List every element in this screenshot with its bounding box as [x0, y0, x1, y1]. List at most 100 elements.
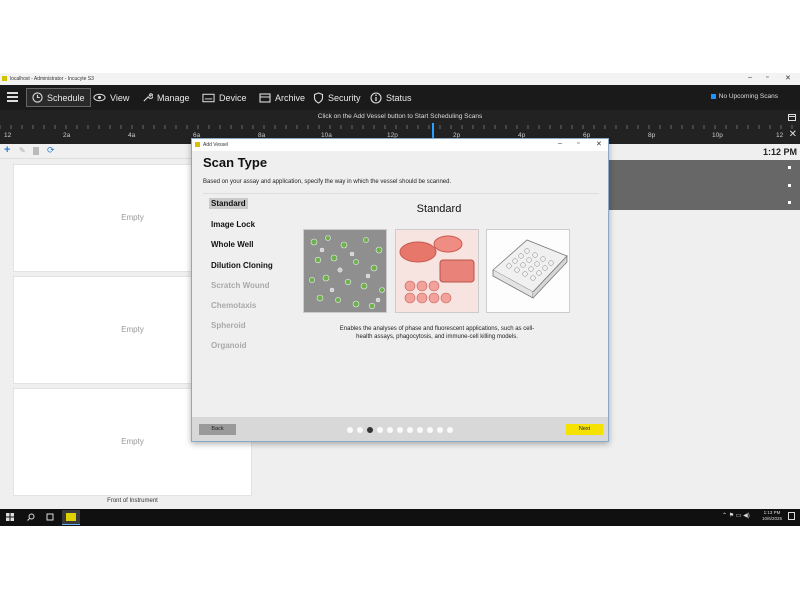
- tick-label: 10p: [712, 132, 723, 139]
- upcoming-scans-label: No Upcoming Scans: [718, 93, 778, 100]
- selected-scan-type-description: Enables the analyses of phase and fluore…: [339, 326, 535, 341]
- tick-label: 12: [776, 132, 784, 139]
- divider: [203, 193, 599, 194]
- scan-type-scratch-wound: Scratch Wound: [211, 281, 270, 290]
- selected-scan-type-title: Standard: [416, 203, 462, 215]
- incucyte-app-icon: [66, 513, 76, 521]
- nav-schedule-label: Schedule: [47, 92, 85, 103]
- dialog-footer: Back Next: [192, 417, 608, 441]
- wizard-step-dot: [347, 427, 353, 433]
- shield-icon: [313, 91, 324, 104]
- maximize-icon[interactable]: ▫: [766, 74, 768, 81]
- system-tray-icons[interactable]: ⌃ ⚑ ▭ ◀): [722, 512, 750, 519]
- scan-type-spheroid: Spheroid: [211, 321, 246, 330]
- clock-icon: [32, 92, 43, 103]
- taskbar-clock[interactable]: 1:13 PM 10/6/2025: [762, 510, 782, 523]
- close-timeline-icon[interactable]: ✕: [789, 129, 797, 140]
- wrench-icon: [143, 93, 153, 102]
- dialog-title: Add Vessel: [203, 142, 229, 148]
- nav-security-label: Security: [328, 92, 361, 103]
- add-vessel-dialog: Add Vessel – ▫ ✕ Scan Type Based on your…: [191, 138, 609, 442]
- dialog-title-bar: Add Vessel – ▫ ✕: [192, 139, 608, 151]
- timeline-ticks: 12 2a 4a 6a 8a 10a 12p 2p 4p 6p 8p 10p 1…: [0, 128, 800, 139]
- eye-icon: [93, 93, 106, 102]
- nav-view[interactable]: View: [93, 85, 129, 110]
- archive-icon: [259, 92, 271, 103]
- nav-archive[interactable]: Archive: [259, 85, 305, 110]
- tick-label: 8p: [648, 132, 656, 139]
- nav-schedule[interactable]: Schedule: [26, 88, 91, 107]
- wizard-step-dot: [397, 427, 403, 433]
- front-of-instrument-label: Front of Instrument: [107, 498, 158, 504]
- delete-icon[interactable]: [33, 147, 39, 155]
- wizard-step-dot: [417, 427, 423, 433]
- close-icon[interactable]: ✕: [785, 74, 791, 82]
- wizard-step-dot: [367, 427, 373, 433]
- task-view-icon[interactable]: [46, 513, 54, 521]
- nav-manage-label: Manage: [157, 92, 190, 103]
- wizard-step-dot: [447, 427, 453, 433]
- schedule-band: [608, 160, 800, 210]
- nav-device-label: Device: [219, 92, 247, 103]
- wizard-step-dot: [387, 427, 393, 433]
- edit-icon[interactable]: ✎: [19, 146, 26, 155]
- nav-status-label: Status: [386, 92, 412, 103]
- dialog-minimize-icon[interactable]: –: [558, 140, 562, 147]
- dialog-maximize-icon[interactable]: ▫: [577, 140, 579, 147]
- timeline-message: Click on the Add Vessel button to Start …: [317, 113, 483, 120]
- status-square-icon: [710, 94, 716, 99]
- menu-icon[interactable]: [7, 92, 18, 102]
- dialog-close-icon[interactable]: ✕: [596, 140, 602, 148]
- taskbar-app-incucyte[interactable]: [62, 510, 80, 525]
- dialog-app-icon: [195, 142, 200, 147]
- tick-label: 12: [4, 132, 12, 139]
- screen: localhost - Administrator - Incucyte S3 …: [0, 0, 800, 600]
- windows-taskbar: ⌃ ⚑ ▭ ◀) 1:13 PM 10/6/2025: [0, 509, 800, 526]
- window-title-bar: localhost - Administrator - Incucyte S3 …: [0, 73, 800, 85]
- refresh-icon[interactable]: ⟳: [47, 145, 55, 156]
- band-marker: [788, 184, 791, 187]
- next-button[interactable]: Next: [566, 424, 603, 435]
- main-navigation: Schedule View Manage Device Archive Secu…: [0, 85, 800, 110]
- flask-image-thumbnail: [395, 229, 479, 313]
- nav-status[interactable]: Status: [370, 85, 412, 110]
- windows-start-icon[interactable]: [6, 513, 14, 521]
- scan-type-chemotaxis: Chemotaxis: [211, 301, 257, 310]
- wizard-step-dot: [357, 427, 363, 433]
- window-title: localhost - Administrator - Incucyte S3: [10, 76, 94, 82]
- band-marker: [788, 201, 791, 204]
- nav-security[interactable]: Security: [313, 85, 361, 110]
- search-icon[interactable]: [27, 513, 35, 521]
- scan-type-standard[interactable]: Standard: [209, 198, 248, 209]
- nav-manage[interactable]: Manage: [142, 85, 190, 110]
- back-button[interactable]: Back: [199, 424, 236, 435]
- dialog-description: Based on your assay and application, spe…: [203, 179, 452, 185]
- scan-type-dilution-cloning[interactable]: Dilution Cloning: [209, 260, 275, 271]
- device-icon: [202, 93, 215, 102]
- current-time: 1:12 PM: [762, 147, 797, 157]
- nav-archive-label: Archive: [275, 92, 306, 103]
- calendar-icon[interactable]: [788, 113, 796, 121]
- well-plate-image-thumbnail: [486, 229, 570, 313]
- scan-type-whole-well[interactable]: Whole Well: [209, 239, 256, 250]
- notification-icon[interactable]: [788, 512, 795, 520]
- taskbar-date: 10/6/2025: [761, 516, 782, 522]
- nav-view-label: View: [110, 92, 130, 103]
- dialog-heading: Scan Type: [203, 155, 268, 170]
- minimize-icon[interactable]: –: [748, 74, 752, 81]
- nav-device[interactable]: Device: [202, 85, 247, 110]
- scan-type-organoid: Organoid: [211, 341, 247, 350]
- wizard-step-dot: [437, 427, 443, 433]
- scan-type-image-lock[interactable]: Image Lock: [209, 219, 257, 230]
- wizard-step-dot: [427, 427, 433, 433]
- upcoming-scans-status: No Upcoming Scans: [710, 93, 778, 100]
- wizard-step-dot: [377, 427, 383, 433]
- add-vessel-icon[interactable]: +: [4, 144, 10, 156]
- tick-label: 2a: [63, 132, 71, 139]
- tick-label: 4a: [128, 132, 136, 139]
- info-icon: [370, 91, 382, 104]
- band-marker: [788, 166, 791, 169]
- cell-image-thumbnail: [303, 229, 387, 313]
- wizard-step-dot: [407, 427, 413, 433]
- app-icon: [2, 76, 7, 81]
